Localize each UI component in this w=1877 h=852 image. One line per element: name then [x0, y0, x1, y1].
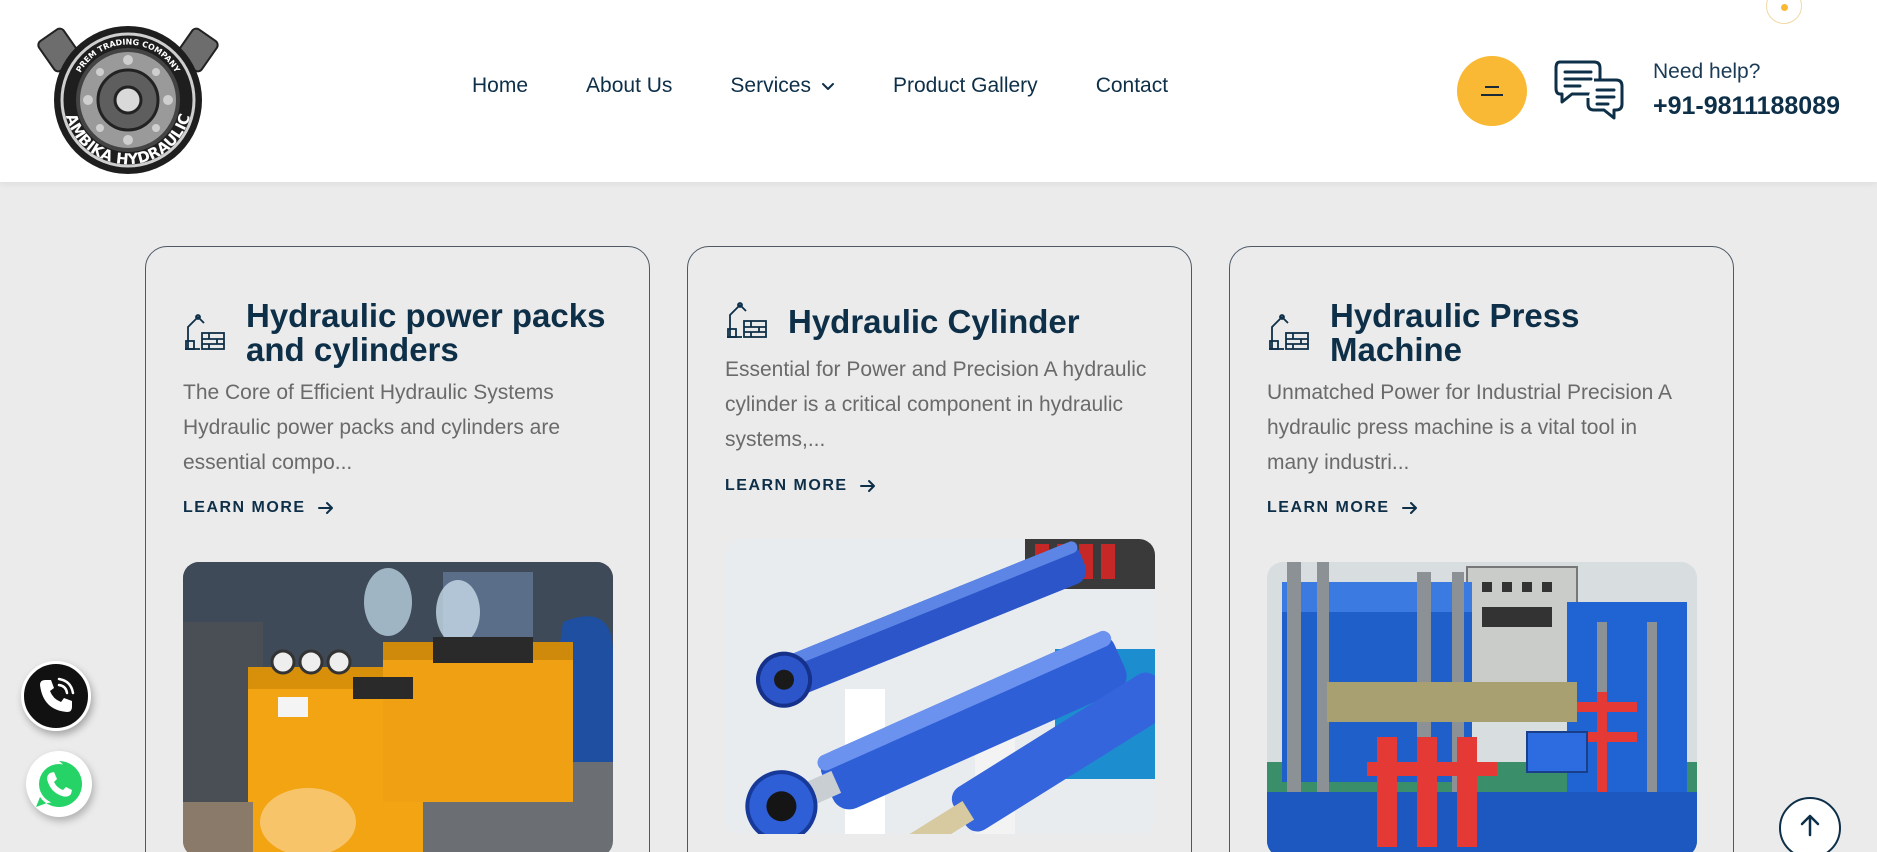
factory-icon: [185, 314, 225, 350]
nav-services-label: Services: [730, 74, 811, 97]
card-description: Unmatched Power for Industrial Precision…: [1267, 381, 1673, 474]
site-header: PREM TRADING COMPANY AMBIKA HYDRAULIC Ho…: [0, 0, 1877, 182]
call-button[interactable]: [21, 661, 91, 731]
learn-more-link[interactable]: LEARN MORE: [1267, 499, 1418, 517]
learn-more-link[interactable]: LEARN MORE: [183, 499, 334, 517]
company-logo[interactable]: PREM TRADING COMPANY AMBIKA HYDRAULIC: [36, 12, 220, 180]
chat-bubbles-icon: [1554, 60, 1624, 120]
card-description: The Core of Efficient Hydraulic Systems …: [183, 381, 561, 474]
factory-icon: [1269, 314, 1309, 350]
nav-gallery-label: Product Gallery: [892, 74, 1038, 97]
arrow-right-icon: [317, 502, 333, 514]
whatsapp-icon: [36, 761, 82, 807]
nav-services[interactable]: Services: [730, 74, 835, 98]
card-description: Essential for Power and Precision A hydr…: [725, 358, 1147, 451]
menu-button[interactable]: [1457, 56, 1527, 126]
arrow-right-icon: [1401, 502, 1417, 514]
card-title: Hydraulic Cylinder: [788, 303, 1080, 340]
nav-about-us[interactable]: About Us: [586, 74, 672, 98]
whatsapp-button[interactable]: [26, 751, 92, 817]
hydraulic-cylinder-image: [725, 539, 1155, 834]
factory-icon: [727, 302, 767, 338]
service-card-power-packs: Hydraulic power packs and cylinders The …: [145, 246, 650, 852]
phone-icon: [40, 677, 75, 712]
nav-home[interactable]: Home: [472, 74, 528, 98]
chevron-down-icon: [821, 83, 834, 90]
hydraulic-press-image: [1267, 562, 1697, 852]
power-pack-image: [183, 562, 613, 852]
main-nav: Home About Us Services Product Gallery C…: [472, 74, 1168, 98]
service-card-hydraulic-press: Hydraulic Press Machine Unmatched Power …: [1229, 246, 1734, 852]
service-card-hydraulic-cylinder: Hydraulic Cylinder Essential for Power a…: [687, 246, 1192, 852]
nav-home-label: Home: [472, 74, 529, 97]
learn-more-link[interactable]: LEARN MORE: [725, 477, 876, 495]
help-phone-number[interactable]: +91-9811188089: [1653, 92, 1840, 121]
scroll-to-top-button[interactable]: [1779, 797, 1841, 852]
card-title: Hydraulic power packs and cylinders: [246, 297, 606, 368]
nav-contact[interactable]: Contact: [1096, 74, 1168, 98]
nav-about-label: About Us: [586, 74, 673, 97]
arrow-right-icon: [859, 480, 875, 492]
menu-icon: [1485, 86, 1499, 88]
nav-product-gallery[interactable]: Product Gallery: [893, 74, 1038, 98]
arrow-up-icon: [1800, 814, 1820, 837]
need-help-label: Need help?: [1653, 60, 1761, 83]
card-title: Hydraulic Press Machine: [1330, 297, 1580, 368]
nav-contact-label: Contact: [1095, 74, 1169, 97]
decorative-dot-icon: [1766, 0, 1802, 24]
